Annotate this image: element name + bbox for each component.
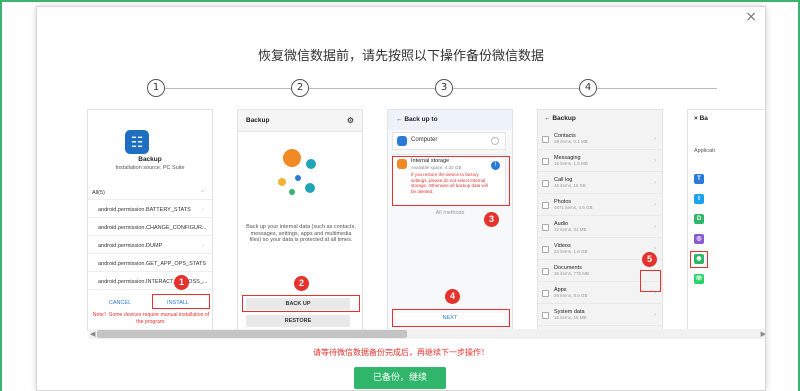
- permission-row: android.permission.INTERACT_ACROSS_... ›: [88, 274, 212, 290]
- step-2-circle: 2: [291, 79, 309, 97]
- step-badge-5: 5: [642, 252, 657, 267]
- chevron-right-icon: ›: [654, 246, 656, 252]
- backup-to-title: Back up to: [404, 116, 438, 123]
- checkbox-icon: [542, 290, 549, 297]
- phone-screenshot-backup: Backup ⚙ Back up your internal data (suc…: [237, 109, 363, 331]
- checkbox-icon: [542, 158, 549, 165]
- checkbox-icon: [542, 246, 549, 253]
- highlight-box: [392, 309, 510, 327]
- step-connector: [597, 88, 717, 89]
- permission-row: android.permission.CHANGE_CONFIGUR... ›: [88, 220, 212, 236]
- checkbox-icon: [542, 312, 549, 319]
- backup-notice: 请等待微信数据备份完成后，再继续下一步操作！: [313, 348, 489, 357]
- chevron-right-icon: ›: [654, 136, 656, 142]
- app-icon: t: [694, 194, 704, 204]
- chevron-right-icon: ›: [654, 180, 656, 186]
- back-arrow-icon: ←: [396, 116, 403, 123]
- app-name: Backup: [138, 156, 162, 163]
- phone-screenshot-select-data: ← Backup Contacts 29 items, 0.1 MB › Messa…: [537, 109, 663, 331]
- step-connector: [165, 88, 297, 89]
- app-icon: D: [694, 214, 704, 224]
- dialog-title: 恢复微信数据前，请先按照以下操作备份微信数据: [257, 49, 544, 64]
- scroll-right-icon[interactable]: ▶: [761, 329, 765, 339]
- computer-option: Computer: [392, 132, 506, 150]
- apps-header: × Ba: [688, 110, 765, 128]
- highlight-box: [640, 270, 661, 292]
- phone-screenshot-select-apps: × Ba Applicati T t D ◎ ◉ ☏: [687, 109, 765, 331]
- install-source: Installation source: PC Suite: [115, 165, 185, 171]
- permission-row: android.permission.GET_APP_OPS_STATS ›: [88, 256, 212, 272]
- chevron-right-icon: ›: [654, 224, 656, 230]
- chevron-right-icon: ›: [202, 279, 204, 285]
- checkbox-icon: [542, 268, 549, 275]
- step-badge-2: 2: [294, 276, 309, 291]
- phone-screenshot-install: ☷ Backup Installation source: PC Suite A…: [87, 109, 213, 331]
- chevron-right-icon: ›: [202, 261, 204, 267]
- backup-description: Back up your internal data (such as cont…: [246, 224, 356, 243]
- permission-row: android.permission.BATTERY_STATS ›: [88, 202, 212, 218]
- back-arrow-icon: ←: [544, 115, 551, 122]
- backup-title: Backup: [246, 117, 270, 124]
- select-header: ← Backup: [538, 110, 662, 128]
- cancel-button: CANCEL: [108, 300, 132, 306]
- computer-icon: [397, 136, 407, 146]
- backup-to-header: ← Back up to: [388, 110, 512, 130]
- chevron-right-icon: ›: [654, 158, 656, 164]
- chevron-up-icon: ^: [201, 190, 204, 196]
- data-item-row: Contacts 29 items, 0.1 MB ›: [538, 130, 662, 150]
- app-icon: T: [694, 174, 704, 184]
- highlight-box: [242, 295, 360, 312]
- highlight-box: [152, 294, 210, 309]
- permission-row: android.permission.DUMP ›: [88, 238, 212, 254]
- radio-icon: [491, 137, 499, 145]
- checkbox-icon: [542, 202, 549, 209]
- close-icon: ×: [694, 115, 698, 122]
- select-title: Backup: [552, 115, 576, 122]
- data-item-row: Audio 12 items, 31 MB ›: [538, 218, 662, 238]
- restore-button: RESTORE: [246, 315, 350, 327]
- highlight-box: [690, 251, 708, 268]
- step-connector: [309, 88, 441, 89]
- chevron-right-icon: ›: [202, 243, 204, 249]
- backup-illustration: [278, 149, 316, 195]
- data-item-row: System data 16 items, 15 MB ›: [538, 306, 662, 326]
- backup-guide-dialog: × 恢复微信数据前，请先按照以下操作备份微信数据 1 2 3 4 ☷ Backu…: [36, 6, 766, 391]
- step-connector: [453, 88, 585, 89]
- scroll-left-icon[interactable]: ◀: [90, 329, 95, 339]
- backup-app-icon: ☷: [125, 130, 149, 154]
- data-item-row: Call log 46 items, 16 KB ›: [538, 174, 662, 194]
- app-icon: ◎: [694, 234, 704, 244]
- whatsapp-icon: ☏: [694, 274, 704, 284]
- data-item-row: Photos 4871 items, 4.6 GB ›: [538, 196, 662, 216]
- applications-label: Applicati: [694, 148, 715, 154]
- checkbox-icon: [542, 224, 549, 231]
- chevron-right-icon: ›: [654, 312, 656, 318]
- install-note: Note！Some devices require manual install…: [92, 312, 210, 325]
- scroll-thumb[interactable]: [97, 330, 407, 338]
- step-badge-1: 1: [174, 275, 189, 290]
- backup-header: Backup ⚙: [238, 110, 362, 132]
- data-item-row: Messaging 16 items, 1.5 MB ›: [538, 152, 662, 172]
- chevron-right-icon: ›: [202, 225, 204, 231]
- settings-icon: ⚙: [346, 116, 354, 125]
- instruction-strip: ☷ Backup Installation source: PC Suite A…: [87, 109, 765, 331]
- step-badge-3: 3: [484, 212, 499, 227]
- permission-section: All(5) ^: [88, 186, 212, 200]
- checkbox-icon: [542, 180, 549, 187]
- computer-label: Computer: [411, 137, 438, 143]
- phone-screenshot-backup-to: ← Back up to Computer Internal storage A…: [387, 109, 513, 331]
- close-button[interactable]: ×: [745, 9, 757, 25]
- checkbox-icon: [542, 136, 549, 143]
- apps-title: Ba: [699, 115, 708, 122]
- chevron-right-icon: ›: [654, 202, 656, 208]
- step-badge-4: 4: [445, 289, 460, 304]
- horizontal-scrollbar[interactable]: ◀ ▶: [89, 329, 765, 339]
- permission-section-label: All(5): [92, 190, 105, 196]
- backed-up-continue-button[interactable]: 已备份，继续: [354, 367, 446, 389]
- chevron-right-icon: ›: [202, 207, 204, 213]
- highlight-box: [392, 156, 510, 206]
- step-4-circle: 4: [579, 79, 597, 97]
- step-1-circle: 1: [147, 79, 165, 97]
- step-3-circle: 3: [435, 79, 453, 97]
